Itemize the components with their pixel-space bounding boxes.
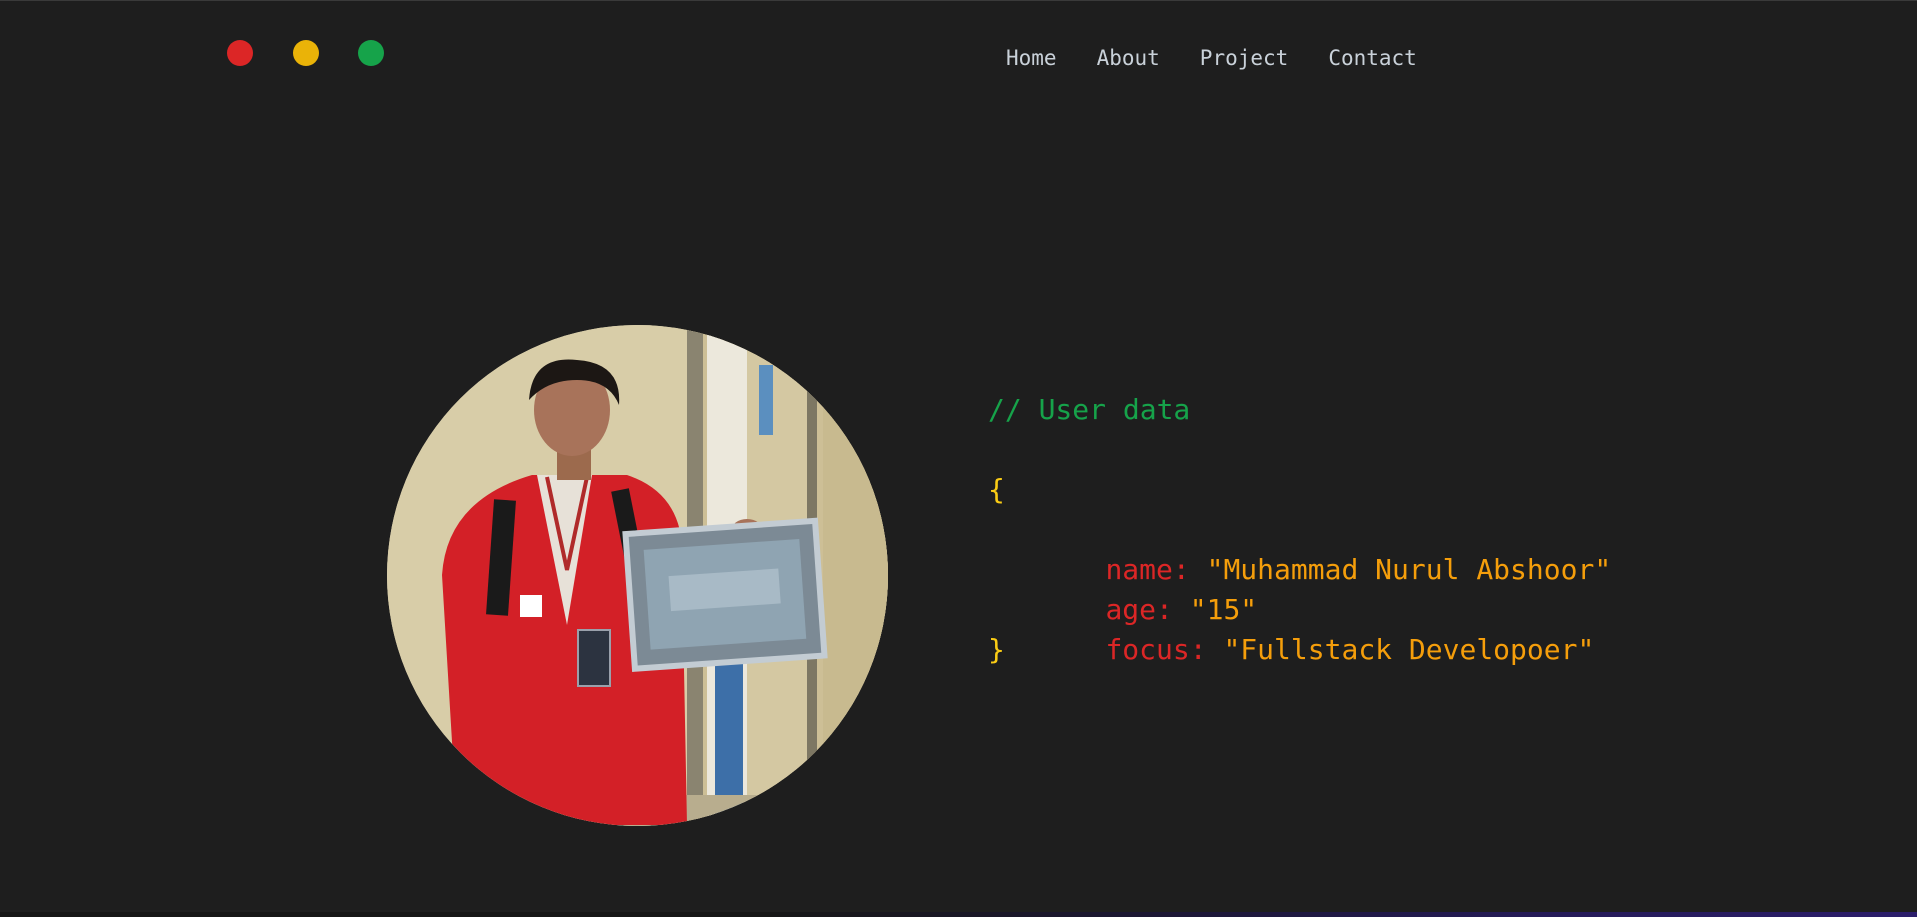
nav-link-project[interactable]: Project — [1200, 46, 1289, 70]
nav-link-about[interactable]: About — [1097, 46, 1160, 70]
minimize-dot-icon[interactable] — [293, 40, 319, 66]
user-data-code: // User data { name: "Muhammad Nurul Abs… — [988, 390, 1611, 670]
code-key-name: name: — [1105, 553, 1190, 586]
code-field-name: name: "Muhammad Nurul Abshoor" — [988, 510, 1611, 586]
code-comment: // User data — [988, 393, 1191, 426]
bottom-glow-bar — [0, 912, 1917, 917]
code-value-name: "Muhammad Nurul Abshoor" — [1206, 553, 1612, 586]
profile-photo-illustration — [387, 325, 888, 826]
main-nav: Home About Project Contact — [1006, 46, 1417, 70]
code-key-focus: focus: — [1105, 633, 1207, 666]
top-border — [0, 0, 1917, 1]
maximize-dot-icon[interactable] — [358, 40, 384, 66]
close-dot-icon[interactable] — [227, 40, 253, 66]
window-controls — [227, 40, 387, 68]
nav-link-contact[interactable]: Contact — [1328, 46, 1417, 70]
code-key-age: age: — [1105, 593, 1173, 626]
code-open-brace: { — [988, 473, 1005, 506]
nav-link-home[interactable]: Home — [1006, 46, 1057, 70]
code-spacer — [988, 430, 1611, 470]
code-value-age: "15" — [1189, 593, 1258, 626]
profile-photo — [387, 325, 888, 826]
code-value-focus: "Fullstack Developoer" — [1223, 633, 1595, 666]
